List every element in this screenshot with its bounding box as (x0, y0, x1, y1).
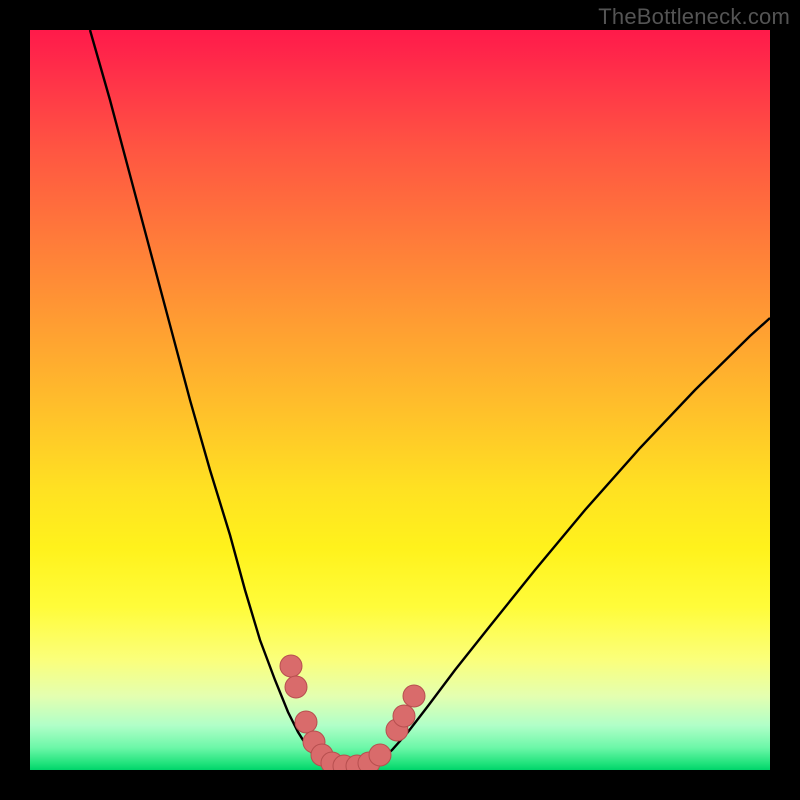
valley-marker (285, 676, 307, 698)
chart-frame: TheBottleneck.com (0, 0, 800, 800)
valley-marker (393, 705, 415, 727)
valley-markers (280, 655, 425, 770)
curve-path (90, 30, 770, 768)
plot-area (30, 30, 770, 770)
valley-marker (295, 711, 317, 733)
watermark-text: TheBottleneck.com (598, 4, 790, 30)
valley-marker (403, 685, 425, 707)
bottleneck-curve (90, 30, 770, 768)
valley-marker (369, 744, 391, 766)
curve-layer (30, 30, 770, 770)
valley-marker (280, 655, 302, 677)
